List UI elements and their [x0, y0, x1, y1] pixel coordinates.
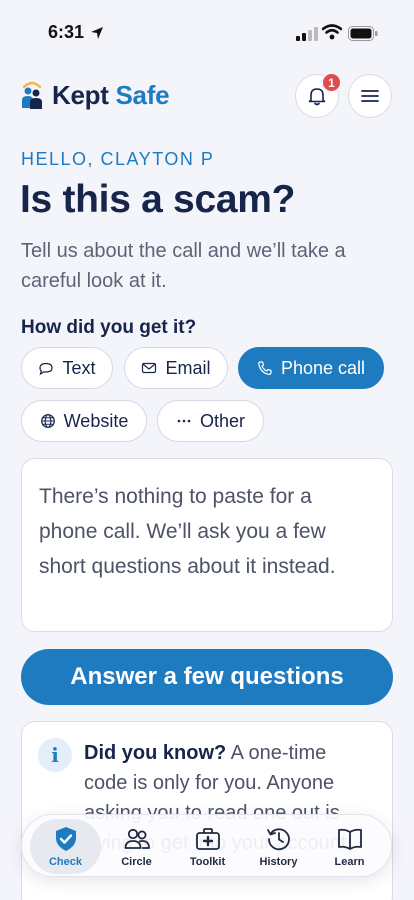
- tab-toolkit[interactable]: Toolkit: [172, 819, 243, 874]
- tab-label: Learn: [334, 856, 365, 868]
- bottom-tab-bar: Check Circle Toolkit History Learn: [21, 814, 392, 877]
- tab-label: History: [259, 856, 298, 868]
- medkit-icon: [195, 828, 220, 850]
- envelope-icon: [142, 362, 157, 374]
- info-icon: i: [38, 738, 72, 772]
- battery-icon: [348, 26, 378, 41]
- source-chip-label: Text: [62, 357, 96, 378]
- notifications-button[interactable]: 1: [295, 72, 342, 118]
- kept-safe-logo-icon: [22, 81, 42, 109]
- tab-label: Check: [48, 856, 83, 868]
- status-bar: 6:31: [0, 0, 414, 58]
- answer-questions-button[interactable]: Answer a few questions: [21, 649, 393, 705]
- wifi-icon: [322, 24, 342, 40]
- hamburger-menu-icon: [361, 90, 379, 102]
- shield-check-icon: [55, 827, 76, 851]
- app-logo-text: Kept Safe: [52, 80, 170, 111]
- source-question-label: How did you get it?: [21, 317, 197, 338]
- source-chip-label: Phone call: [280, 357, 366, 378]
- source-chip-text[interactable]: Text: [21, 347, 113, 389]
- source-chip-label: Other: [199, 410, 246, 431]
- tab-history[interactable]: History: [243, 819, 314, 874]
- logo-safe: Safe: [115, 80, 170, 110]
- tip-heading: Did you know?: [84, 742, 227, 764]
- source-chip-label: Email: [165, 357, 211, 378]
- app-header: Kept Safe 1: [0, 72, 414, 120]
- phone-icon: [258, 361, 272, 375]
- notification-badge: 1: [321, 72, 342, 93]
- phone-call-note-card: There’s nothing to paste for a phone cal…: [21, 458, 393, 632]
- menu-button[interactable]: [348, 74, 392, 118]
- phone-call-note-text: There’s nothing to paste for a phone cal…: [39, 485, 336, 578]
- people-icon: [124, 828, 150, 849]
- source-chip-other[interactable]: Other: [157, 400, 264, 442]
- source-chip-website[interactable]: Website: [21, 400, 147, 442]
- cellular-signal-icon: [296, 27, 318, 41]
- tab-check[interactable]: Check: [30, 819, 101, 874]
- ellipsis-icon: [177, 419, 191, 423]
- tab-circle[interactable]: Circle: [101, 819, 172, 874]
- source-chip-phone-call[interactable]: Phone call: [238, 347, 384, 389]
- tab-learn[interactable]: Learn: [314, 819, 385, 874]
- source-chip-email[interactable]: Email: [124, 347, 228, 389]
- chat-bubble-icon: [39, 362, 54, 376]
- status-time: 6:31: [48, 22, 85, 42]
- source-chip-label: Website: [63, 410, 129, 431]
- tab-label: Circle: [121, 856, 152, 868]
- location-arrow-icon: [91, 27, 103, 39]
- logo-kept: Kept: [52, 80, 109, 110]
- page-subtitle: Tell us about the call and we’ll take a …: [21, 240, 346, 292]
- greeting: HELLO, CLAYTON P: [21, 149, 215, 169]
- history-icon: [266, 828, 290, 851]
- page-title: Is this a scam?: [20, 178, 296, 221]
- globe-icon: [40, 414, 55, 428]
- book-icon: [337, 828, 362, 850]
- tab-label: Toolkit: [189, 856, 226, 868]
